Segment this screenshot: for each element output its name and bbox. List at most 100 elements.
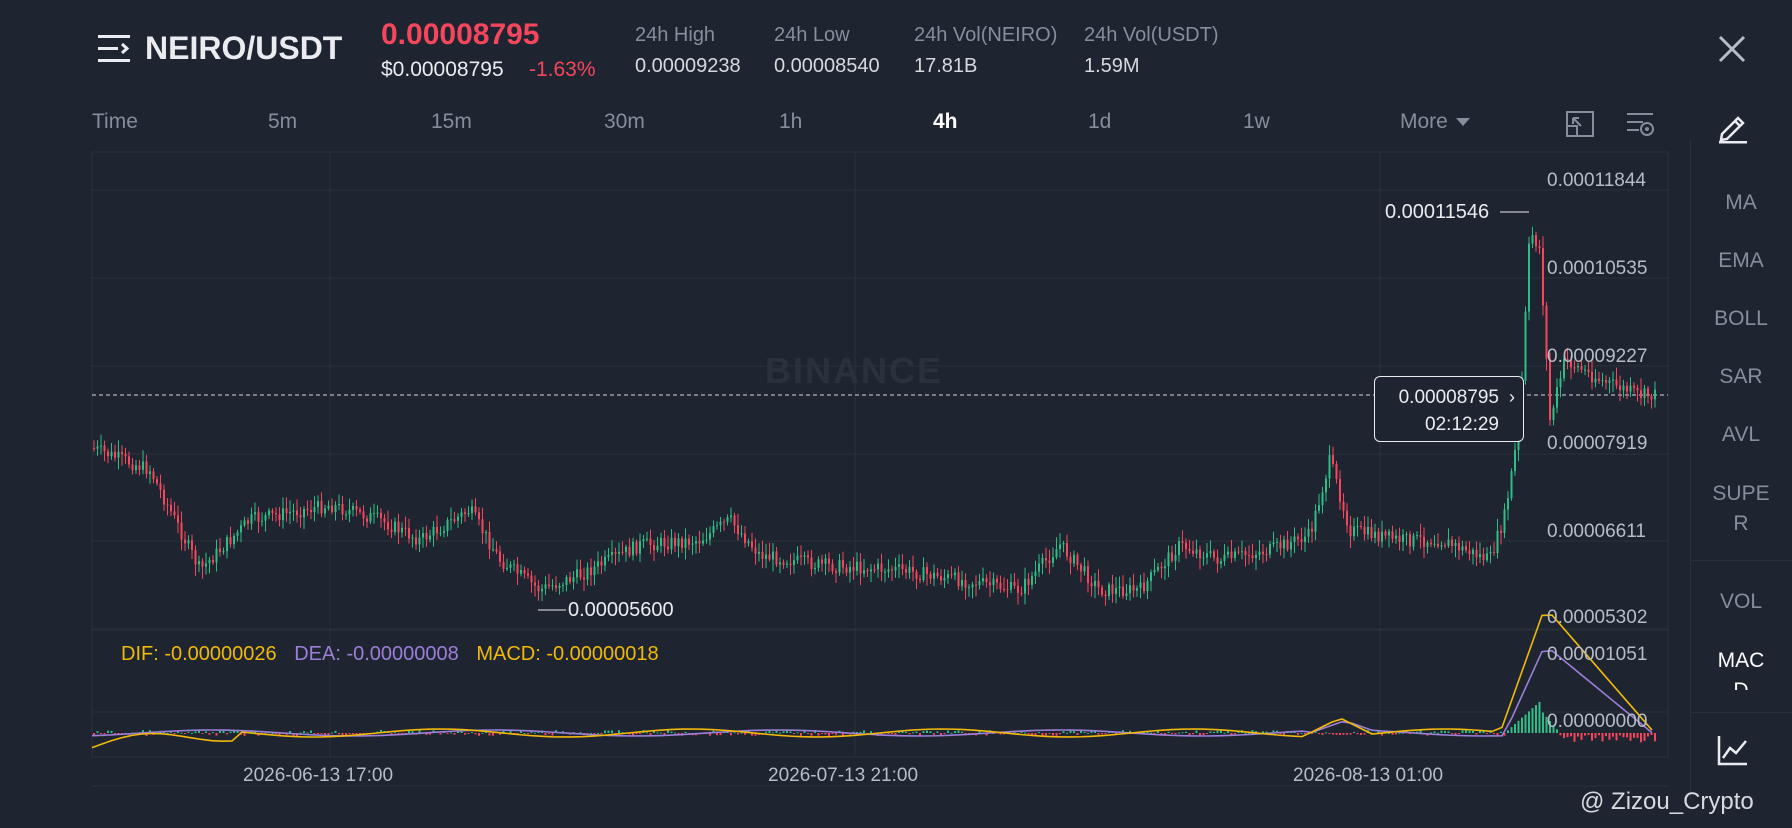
macd-histogram-bar (611, 730, 613, 733)
candle-body (166, 504, 169, 506)
line-chart-icon[interactable] (1716, 733, 1750, 767)
macd-histogram-bar (345, 733, 347, 736)
candle-body (866, 570, 869, 572)
candle-body (271, 510, 274, 514)
more-dropdown[interactable]: More (1400, 110, 1470, 134)
macd-histogram-bar (639, 733, 641, 734)
macd-histogram-bar (1619, 733, 1621, 736)
legend-dea: DEA: -0.00000008 (294, 643, 459, 665)
macd-histogram-bar (779, 732, 781, 734)
candle-body (1395, 535, 1397, 539)
macd-histogram-bar (1475, 733, 1478, 735)
price-axis-label: 0.00009227 (1547, 346, 1648, 367)
candle-body (1094, 580, 1096, 587)
tab-30m[interactable]: 30m (604, 110, 645, 134)
macd-histogram-bar (1160, 733, 1163, 735)
candle-body (1594, 378, 1597, 383)
candle-body (821, 559, 823, 564)
pair-title[interactable]: NEIRO/USDT (145, 30, 342, 67)
candle-body (1150, 572, 1152, 582)
candle-body (1454, 542, 1457, 546)
chart-settings-icon[interactable] (1625, 110, 1655, 138)
candle-body (884, 571, 886, 573)
macd-histogram-bar (653, 731, 655, 733)
indicator-vol[interactable]: VOL (1690, 590, 1792, 614)
macd-axis-label: 0.00000000 (1547, 711, 1648, 732)
candle-body (268, 510, 270, 516)
price-change: -1.63% (529, 58, 596, 81)
tab-1d[interactable]: 1d (1088, 110, 1111, 134)
candle-body (1601, 380, 1604, 382)
candle-body (786, 563, 788, 565)
time-label[interactable]: Time (92, 110, 138, 134)
candle-body (586, 567, 589, 580)
candle-body (709, 532, 711, 540)
candle-body (1244, 551, 1247, 556)
macd-histogram-bar (950, 732, 953, 734)
indicator-super[interactable]: SUPE R (1690, 479, 1792, 539)
candle-body (817, 559, 820, 568)
macd-histogram-bar (1041, 733, 1044, 736)
close-icon[interactable] (1717, 34, 1747, 64)
candle-body (737, 525, 739, 535)
macd-histogram-bar (1335, 733, 1338, 735)
tab-5m[interactable]: 5m (268, 110, 297, 134)
candle-body (1335, 464, 1338, 479)
menu-icon[interactable] (96, 32, 134, 66)
candle-body (1108, 584, 1110, 597)
candle-body (1444, 545, 1446, 547)
candle-body (506, 567, 508, 569)
candle-body (1038, 563, 1040, 572)
candle-body (1234, 551, 1236, 559)
expand-icon[interactable] (1565, 110, 1595, 138)
candle-body (443, 531, 445, 533)
macd-histogram-bar (177, 731, 179, 733)
candle-body (1059, 544, 1061, 550)
candle-body (593, 566, 596, 576)
macd-histogram-bar (737, 733, 739, 735)
legend-macd: MACD: -0.00000018 (476, 643, 659, 665)
candle-body (695, 541, 697, 544)
candle-body (1503, 509, 1506, 534)
tab-1w[interactable]: 1w (1243, 110, 1270, 134)
candle-body (408, 527, 410, 539)
candle-body (429, 535, 431, 540)
indicator-boll[interactable]: BOLL (1690, 307, 1792, 331)
tab-15m[interactable]: 15m (431, 110, 472, 134)
candle-body (1199, 549, 1201, 559)
draw-pen-icon[interactable] (1716, 110, 1750, 144)
macd-histogram-bar (481, 732, 484, 734)
indicator-sar[interactable]: SAR (1690, 365, 1792, 389)
candle-body (362, 511, 365, 519)
candle-body (569, 577, 571, 582)
tab-4h[interactable]: 4h (933, 110, 958, 134)
candle-body (422, 532, 424, 538)
candle-body (499, 551, 501, 562)
candle-body (516, 564, 519, 574)
candle-body (677, 538, 680, 547)
candle-body (912, 566, 914, 572)
candle-body (933, 572, 935, 579)
candle-body (1286, 539, 1289, 550)
macd-histogram-bar (1591, 733, 1593, 741)
sidebar-separator (1690, 712, 1792, 713)
indicator-avl[interactable]: AVL (1690, 423, 1792, 447)
candle-body (254, 512, 256, 515)
macd-histogram-bar (1437, 732, 1439, 734)
indicator-macd[interactable]: MAC D (1690, 646, 1792, 690)
current-price-tag[interactable]: 0.00008795 › 02:12:29 (1374, 376, 1524, 442)
candle-body (1090, 583, 1093, 587)
macd-axis-label: 0.00001051 (1547, 644, 1648, 665)
macd-histogram-bar (768, 730, 771, 733)
candle-body (1640, 390, 1642, 398)
indicator-ema[interactable]: EMA (1690, 249, 1792, 273)
macd-histogram-bar (1524, 714, 1527, 733)
candle-body (348, 509, 351, 515)
candle-body (1332, 455, 1334, 465)
low-price-marker: 0.00005600 (568, 599, 674, 621)
tab-1h[interactable]: 1h (779, 110, 802, 134)
indicator-ma[interactable]: MA (1690, 191, 1792, 215)
candle-body (1367, 526, 1369, 535)
candle-body (208, 560, 211, 564)
candle-body (1125, 593, 1128, 596)
